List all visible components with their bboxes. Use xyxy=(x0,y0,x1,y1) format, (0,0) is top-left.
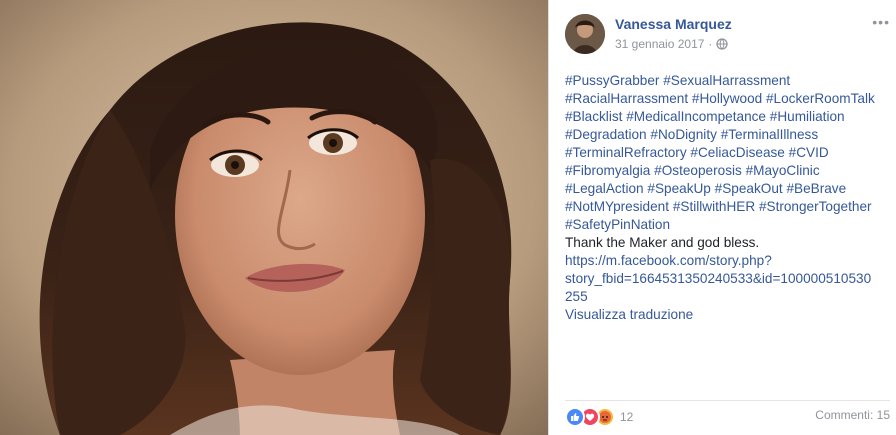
post-link-line[interactable]: https://m.facebook.com/story.php? xyxy=(565,252,890,270)
hashtag-link[interactable]: #Degradation xyxy=(565,127,647,142)
hashtag-link[interactable]: #StillwithHER xyxy=(673,199,755,214)
hashtag-link[interactable]: #Fibromyalgia xyxy=(565,163,650,178)
hashtag-link[interactable]: #NotMYpresident xyxy=(565,199,669,214)
hashtag-link[interactable]: #Blacklist xyxy=(565,109,622,124)
post-text: #PussyGrabber #SexualHarrassment #RacialH… xyxy=(565,72,890,324)
avatar[interactable] xyxy=(565,14,605,54)
post-side-panel: Vanessa Marquez 31 gennaio 2017 · ••• #P… xyxy=(549,0,896,435)
hashtag-link[interactable]: #NoDignity xyxy=(650,127,717,142)
reactions-summary[interactable]: 12 xyxy=(565,407,633,427)
post-message: Thank the Maker and god bless. xyxy=(565,235,760,250)
more-options-icon[interactable]: ••• xyxy=(872,14,890,30)
hashtag-line: #LegalAction #SpeakUp #SpeakOut #BeBrave xyxy=(565,180,890,198)
post-header: Vanessa Marquez 31 gennaio 2017 · ••• xyxy=(565,14,890,56)
hashtag-line: #Degradation #NoDignity #TerminalIllness xyxy=(565,126,890,144)
hashtag-link[interactable]: #CVID xyxy=(789,145,829,160)
post-link-line[interactable]: 255 xyxy=(565,288,890,306)
hashtag-link[interactable]: #Hollywood xyxy=(692,91,762,106)
hashtag-link[interactable]: #SexualHarrassment xyxy=(663,73,790,88)
hashtag-link[interactable]: #PussyGrabber xyxy=(565,73,659,88)
hashtag-link[interactable]: #Osteoperosis xyxy=(654,163,742,178)
like-reaction-icon xyxy=(565,407,585,427)
post-link[interactable]: https://m.facebook.com/story.php? story_f… xyxy=(565,252,890,306)
hashtag-link[interactable]: #StrongerTogether xyxy=(759,199,872,214)
hashtag-link[interactable]: #Humiliation xyxy=(770,109,845,124)
author-name[interactable]: Vanessa Marquez xyxy=(615,16,732,32)
hashtag-line: #Fibromyalgia #Osteoperosis #MayoClinic xyxy=(565,162,890,180)
post-footer: 12 Commenti: 15 xyxy=(565,400,890,429)
hashtag-line: #Blacklist #MedicalIncompetance #Humilia… xyxy=(565,108,890,126)
hashtag-link[interactable]: #TerminalRefractory xyxy=(565,145,687,160)
post-meta: 31 gennaio 2017 · xyxy=(615,37,729,51)
hashtag-line: #RacialHarrassment #Hollywood #LockerRoo… xyxy=(565,90,890,108)
hashtag-line: #SafetyPinNation xyxy=(565,216,890,234)
post-photo[interactable] xyxy=(0,0,548,435)
hashtags: #PussyGrabber #SexualHarrassment #RacialH… xyxy=(565,72,890,234)
hashtag-link[interactable]: #CeliacDisease xyxy=(690,145,784,160)
hashtag-link[interactable]: #SpeakUp xyxy=(647,181,710,196)
hashtag-link[interactable]: #SpeakOut xyxy=(715,181,783,196)
portrait-image xyxy=(0,0,548,435)
hashtag-line: #PussyGrabber #SexualHarrassment xyxy=(565,72,890,90)
hashtag-link[interactable]: #LegalAction xyxy=(565,181,644,196)
hashtag-link[interactable]: #TerminalIllness xyxy=(721,127,818,142)
hashtag-link[interactable]: #LockerRoomTalk xyxy=(766,91,875,106)
post-link-line[interactable]: story_fbid=1664531350240533&id=100000510… xyxy=(565,270,890,288)
hashtag-link[interactable]: #MayoClinic xyxy=(746,163,820,178)
hashtag-link[interactable]: #RacialHarrassment xyxy=(565,91,688,106)
hashtag-link[interactable]: #BeBrave xyxy=(786,181,846,196)
globe-icon xyxy=(716,38,729,50)
post-date[interactable]: 31 gennaio 2017 xyxy=(615,37,704,51)
comments-count[interactable]: Commenti: 15 xyxy=(815,408,890,422)
hashtag-link[interactable]: #SafetyPinNation xyxy=(565,217,670,232)
hashtag-line: #NotMYpresident #StillwithHER #StrongerT… xyxy=(565,198,890,216)
hashtag-line: #TerminalRefractory #CeliacDisease #CVID xyxy=(565,144,890,162)
meta-separator: · xyxy=(708,37,713,51)
translate-link[interactable]: Visualizza traduzione xyxy=(565,306,890,324)
reaction-count: 12 xyxy=(620,410,634,424)
hashtag-link[interactable]: #MedicalIncompetance xyxy=(626,109,766,124)
